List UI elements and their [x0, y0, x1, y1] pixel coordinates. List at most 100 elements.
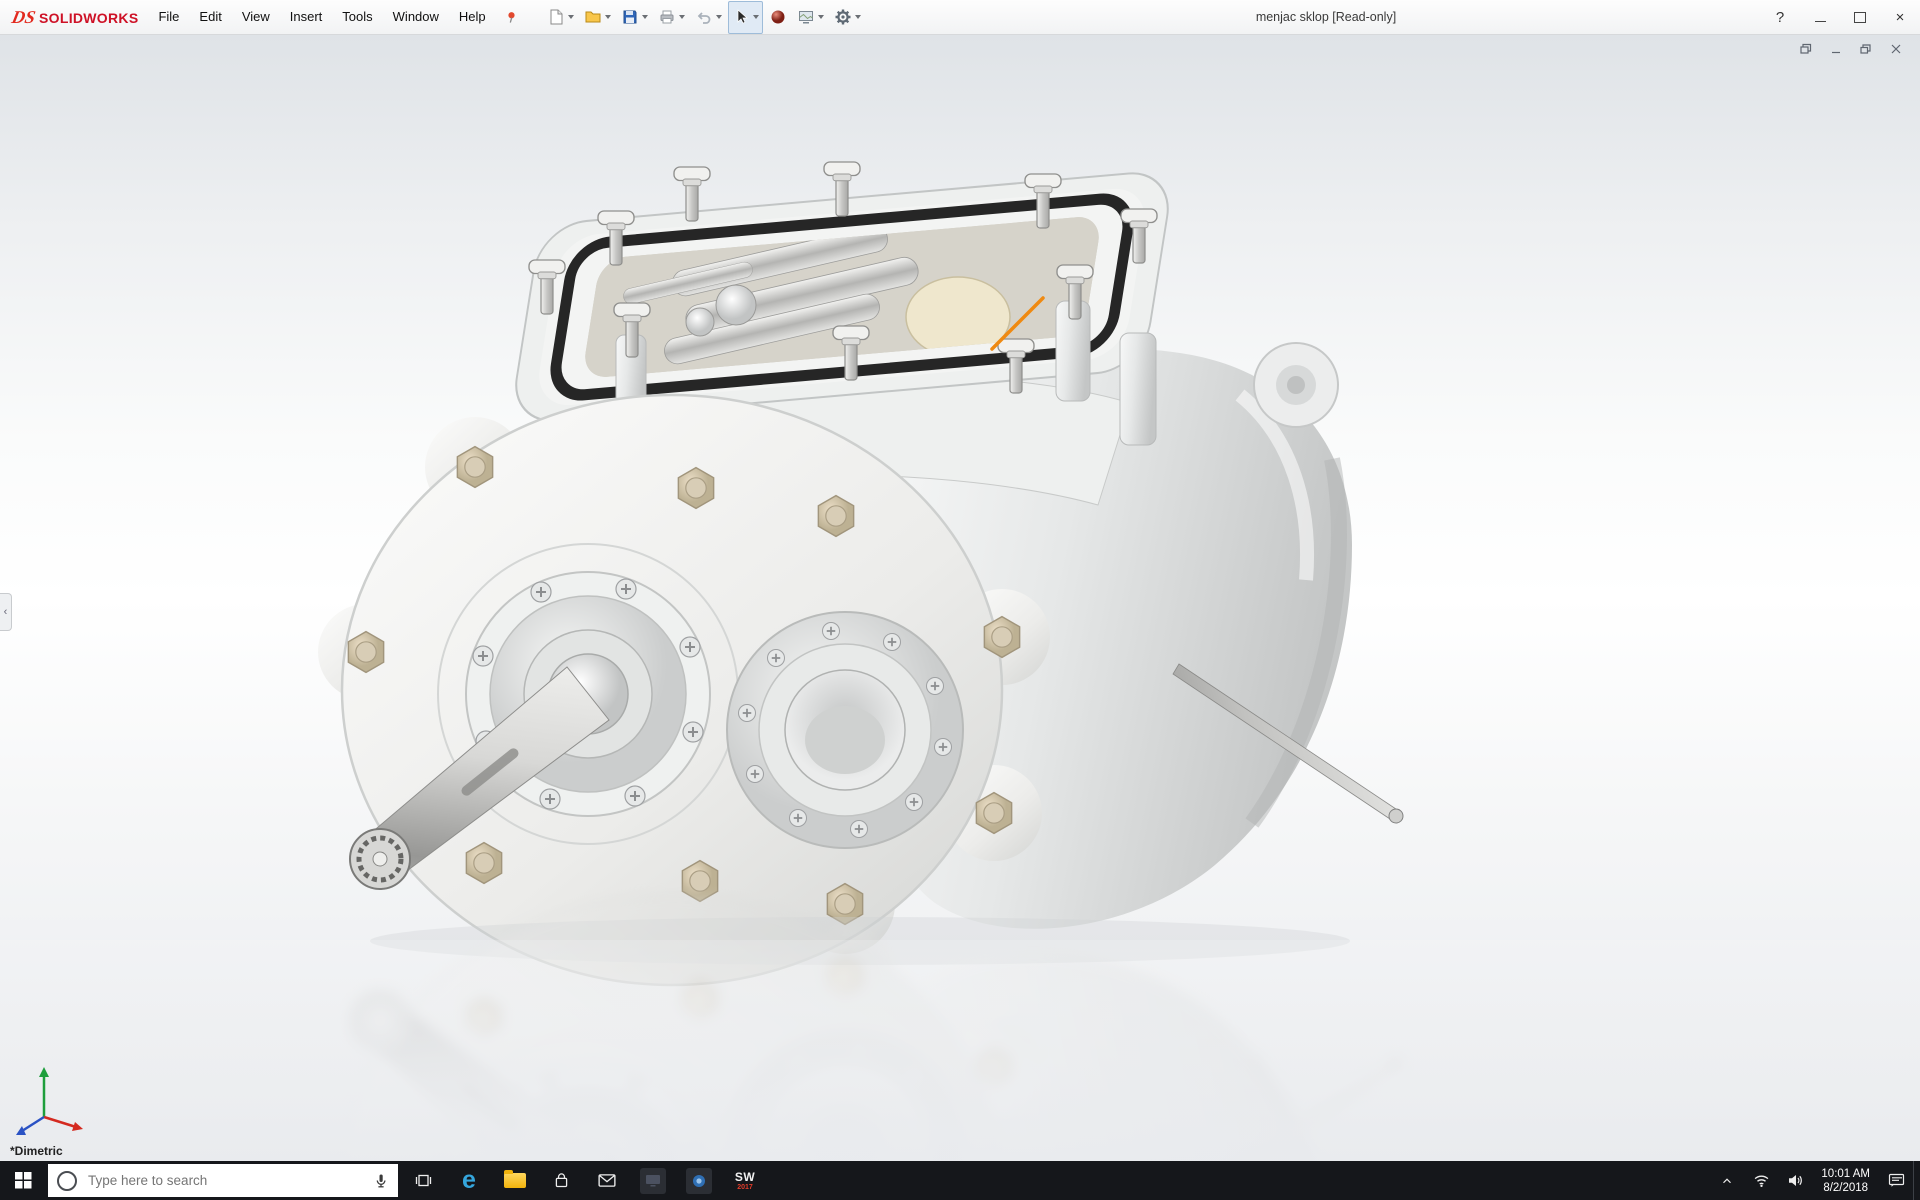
- menubar: File Edit View Insert Tools Window Help: [148, 0, 526, 34]
- restore-window-icon: [1860, 43, 1872, 55]
- tile-window-button[interactable]: [1795, 40, 1816, 57]
- print-button[interactable]: [654, 1, 689, 34]
- clock-time: 10:01 AM: [1821, 1167, 1870, 1181]
- solidworks-app-icon: SW 2017: [735, 1171, 755, 1191]
- taskbar-clock[interactable]: 10:01 AM 8/2/2018: [1812, 1167, 1879, 1195]
- chevron-down-icon[interactable]: [818, 15, 824, 19]
- pinned-app-2-icon: [686, 1168, 712, 1194]
- minimize-icon: [1815, 21, 1826, 22]
- action-center-button[interactable]: [1879, 1161, 1913, 1200]
- folder-icon: [504, 1173, 526, 1188]
- options-button[interactable]: [830, 1, 865, 34]
- reflection-fade: [0, 940, 1920, 1161]
- screen: DS SOLIDWORKS File Edit View Insert Tool…: [0, 0, 1920, 1200]
- save-floppy-icon: [621, 8, 639, 26]
- sw-letters: SW: [735, 1171, 755, 1183]
- select-tool-button[interactable]: [728, 1, 763, 34]
- menu-item-tools[interactable]: Tools: [332, 0, 382, 34]
- store-icon[interactable]: [538, 1161, 584, 1200]
- appearance-sphere-icon: [769, 8, 787, 26]
- help-button[interactable]: ?: [1760, 0, 1800, 34]
- gearbox-model-group[interactable]: [318, 162, 1403, 985]
- network-status[interactable]: [1744, 1161, 1778, 1200]
- panel-collapse-arrow[interactable]: ‹: [0, 593, 12, 631]
- cover-post: [1120, 333, 1156, 445]
- minimize-window-icon: [1830, 43, 1842, 55]
- gear-icon: [834, 8, 852, 26]
- maximize-icon: [1854, 12, 1866, 23]
- view-orientation-label: *Dimetric: [10, 1144, 63, 1158]
- edge-logo-icon: e: [462, 1168, 476, 1193]
- taskbar-search-box[interactable]: [48, 1164, 398, 1197]
- open-folder-icon: [584, 8, 602, 26]
- x-axis-arrow: [72, 1122, 83, 1131]
- new-document-button[interactable]: [543, 1, 578, 34]
- chevron-down-icon[interactable]: [642, 15, 648, 19]
- menu-item-insert[interactable]: Insert: [280, 0, 333, 34]
- menu-item-edit[interactable]: Edit: [189, 0, 231, 34]
- taskbar: e SW: [0, 1161, 1920, 1200]
- show-desktop-button[interactable]: [1913, 1161, 1920, 1200]
- pinned-app-2[interactable]: [676, 1161, 722, 1200]
- chevron-down-icon[interactable]: [716, 15, 722, 19]
- cortana-icon[interactable]: [57, 1171, 77, 1191]
- open-button[interactable]: [580, 1, 615, 34]
- search-input[interactable]: [86, 1172, 364, 1189]
- minimize-button[interactable]: [1800, 0, 1840, 34]
- chevron-down-icon[interactable]: [855, 15, 861, 19]
- select-cursor-icon: [732, 8, 750, 26]
- envelope-icon: [598, 1173, 616, 1188]
- print-icon: [658, 8, 676, 26]
- document-window-controls: [1795, 40, 1906, 57]
- menu-item-help[interactable]: Help: [449, 0, 496, 34]
- solidworks-2017-icon[interactable]: SW 2017: [722, 1161, 768, 1200]
- chevron-down-icon[interactable]: [605, 15, 611, 19]
- undo-icon: [695, 8, 713, 26]
- mail-icon[interactable]: [584, 1161, 630, 1200]
- solidworks-logo: DS SOLIDWORKS: [0, 7, 148, 28]
- task-view-icon: [414, 1172, 433, 1189]
- clock-date: 8/2/2018: [1821, 1181, 1870, 1195]
- document-title: menjac sklop [Read-only]: [1256, 10, 1396, 24]
- pinned-app-1[interactable]: [630, 1161, 676, 1200]
- save-button[interactable]: [617, 1, 652, 34]
- menu-item-view[interactable]: View: [232, 0, 280, 34]
- close-icon: ×: [1896, 9, 1905, 26]
- action-center-icon: [1888, 1173, 1905, 1188]
- maximize-button[interactable]: [1840, 0, 1880, 34]
- volume-control[interactable]: [1778, 1161, 1812, 1200]
- tile-window-icon: [1800, 43, 1812, 55]
- close-window-button[interactable]: [1885, 40, 1906, 57]
- pinned-app-1-icon: [640, 1168, 666, 1194]
- restore-window-button[interactable]: [1855, 40, 1876, 57]
- chevron-down-icon[interactable]: [679, 15, 685, 19]
- edge-browser-icon[interactable]: e: [446, 1161, 492, 1200]
- wifi-icon: [1753, 1173, 1770, 1188]
- tray-expand-button[interactable]: [1710, 1161, 1744, 1200]
- close-button[interactable]: ×: [1880, 0, 1920, 34]
- pin-menu-icon[interactable]: [504, 10, 519, 25]
- window-controls: ? ×: [1760, 0, 1920, 34]
- windows-logo-icon: [15, 1172, 32, 1189]
- microphone-icon[interactable]: [373, 1173, 389, 1189]
- undo-button[interactable]: [691, 1, 726, 34]
- viewport-3d[interactable]: ‹: [0, 35, 1920, 1161]
- orientation-triad: [14, 1061, 86, 1139]
- system-tray: 10:01 AM 8/2/2018: [1710, 1161, 1920, 1200]
- chevron-up-icon: [1720, 1174, 1734, 1188]
- gearbox-assembly-model[interactable]: [0, 35, 1920, 1161]
- titlebar: DS SOLIDWORKS File Edit View Insert Tool…: [0, 0, 1920, 35]
- task-view-button[interactable]: [400, 1161, 446, 1200]
- ds-logo-icon: DS: [10, 7, 37, 28]
- file-explorer-icon[interactable]: [492, 1161, 538, 1200]
- menu-item-file[interactable]: File: [148, 0, 189, 34]
- chevron-down-icon[interactable]: [568, 15, 574, 19]
- minimize-window-button[interactable]: [1825, 40, 1846, 57]
- edit-appearance-button[interactable]: [765, 1, 791, 34]
- menu-item-window[interactable]: Window: [383, 0, 449, 34]
- apply-scene-button[interactable]: [793, 1, 828, 34]
- quick-access-toolbar: [543, 1, 865, 34]
- chevron-down-icon[interactable]: [753, 15, 759, 19]
- help-icon: ?: [1776, 9, 1784, 26]
- start-button[interactable]: [0, 1161, 46, 1200]
